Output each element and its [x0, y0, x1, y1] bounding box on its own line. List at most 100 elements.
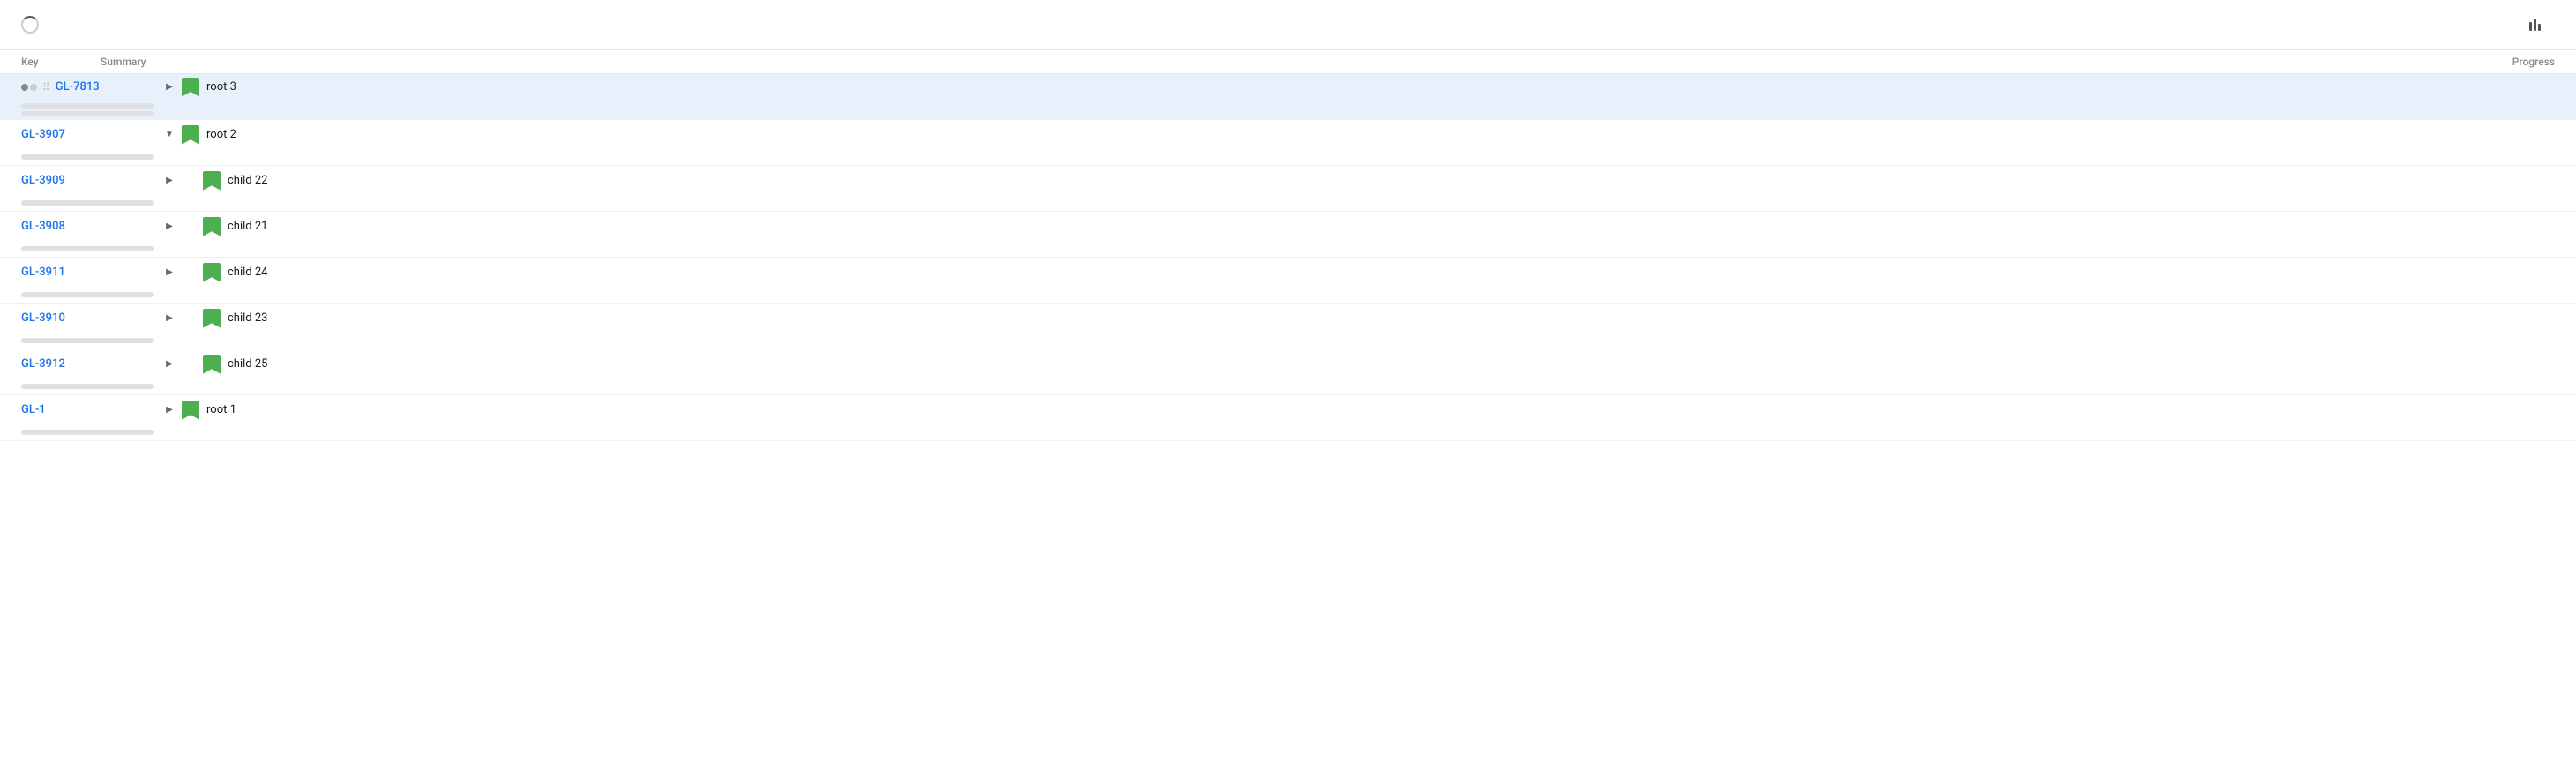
- expand-cell: [162, 80, 176, 94]
- progress-bar: [21, 292, 154, 297]
- summary-wrapper: child 24: [162, 263, 2555, 282]
- key-cell: GL-3907: [21, 128, 162, 141]
- expand-button[interactable]: [162, 128, 176, 142]
- key-link[interactable]: GL-3909: [21, 174, 65, 187]
- summary-wrapper: child 22: [162, 171, 2555, 191]
- key-cell: GL-1: [21, 403, 162, 416]
- summary-text: child 25: [228, 357, 267, 371]
- expand-button[interactable]: [162, 174, 176, 188]
- progress-cell: [21, 338, 162, 343]
- progress-cell: [21, 384, 162, 389]
- progress-cell: [21, 103, 162, 116]
- progress-bar-row: [21, 154, 154, 160]
- progress-bar-row: [21, 384, 154, 389]
- progress-bar: [21, 111, 154, 116]
- key-cell: GL-3910: [21, 311, 162, 325]
- expand-cell: [162, 311, 176, 326]
- table-row: GL-3908 child 21: [0, 212, 2576, 258]
- bookmark-icon: [203, 217, 221, 236]
- bookmark-icon: [203, 309, 221, 328]
- bookmark-icon: [182, 78, 199, 97]
- expand-button[interactable]: [162, 80, 176, 94]
- progress-bar-row: [21, 292, 154, 297]
- key-link[interactable]: GL-3912: [21, 357, 65, 371]
- progress-bar: [21, 338, 154, 343]
- progress-bar-row: [21, 338, 154, 343]
- progress-cell: [21, 246, 162, 251]
- summary-cell: root 1: [182, 401, 236, 420]
- summary-text: root 2: [206, 128, 236, 141]
- table-row: GL-3911 child 24: [0, 258, 2576, 304]
- table-row: GL-3909 child 22: [0, 166, 2576, 212]
- summary-cell: child 23: [182, 309, 267, 328]
- summary-cell: root 3: [182, 78, 236, 97]
- expand-button[interactable]: [162, 311, 176, 326]
- summary-wrapper: child 21: [162, 217, 2555, 236]
- bars-icon: [2529, 19, 2541, 31]
- key-cell: GL-3911: [21, 266, 162, 279]
- summary-text: child 24: [228, 266, 267, 279]
- key-cell: ⠿ GL-7813: [21, 80, 162, 94]
- summary-cell: child 24: [182, 263, 267, 282]
- table-row: ⠿ GL-7813 root 3: [0, 74, 2576, 120]
- expand-cell: [162, 128, 176, 142]
- view-switcher[interactable]: [2529, 19, 2555, 31]
- summary-cell: child 21: [182, 217, 267, 236]
- key-link[interactable]: GL-3907: [21, 128, 65, 141]
- key-cell: GL-3909: [21, 174, 162, 187]
- expand-cell: [162, 403, 176, 417]
- summary-cell: root 2: [182, 125, 236, 145]
- col-key-header: Key: [21, 56, 101, 68]
- progress-cell: [21, 200, 162, 206]
- summary-wrapper: root 2: [162, 125, 2555, 145]
- progress-bar-row: [21, 200, 154, 206]
- expand-button[interactable]: [162, 357, 176, 371]
- drag-handle-icon[interactable]: ⠿: [42, 81, 50, 94]
- progress-bar-row: [21, 246, 154, 251]
- progress-bar-row: [21, 103, 154, 109]
- summary-text: child 21: [228, 220, 267, 233]
- expand-cell: [162, 266, 176, 280]
- bookmark-icon: [182, 401, 199, 420]
- table-row: GL-3907 root 2: [0, 120, 2576, 166]
- table-row: GL-1 root 1: [0, 395, 2576, 441]
- progress-bar: [21, 246, 154, 251]
- expand-button[interactable]: [162, 266, 176, 280]
- summary-cell: child 25: [182, 355, 267, 374]
- progress-cell: [21, 430, 162, 435]
- progress-bar-row: [21, 430, 154, 435]
- loading-icon: [21, 16, 39, 34]
- key-cell: GL-3908: [21, 220, 162, 233]
- key-link[interactable]: GL-3910: [21, 311, 65, 325]
- col-progress-header: Progress: [2378, 56, 2555, 68]
- key-link[interactable]: GL-3911: [21, 266, 65, 279]
- page-header: [0, 0, 2576, 50]
- expand-button[interactable]: [162, 403, 176, 417]
- key-link[interactable]: GL-7813: [56, 80, 100, 94]
- key-link[interactable]: GL-3908: [21, 220, 65, 233]
- bookmark-icon: [203, 355, 221, 374]
- table-body: ⠿ GL-7813 root 3 GL-3907 root 2 GL-3909 child …: [0, 74, 2576, 441]
- progress-bar: [21, 430, 154, 435]
- summary-text: child 22: [228, 174, 267, 187]
- summary-wrapper: root 3: [162, 78, 2555, 97]
- header-left: [21, 16, 60, 34]
- expand-button[interactable]: [162, 220, 176, 234]
- table-row: GL-3912 child 25: [0, 349, 2576, 395]
- summary-text: root 1: [206, 403, 236, 416]
- key-link[interactable]: GL-1: [21, 403, 46, 416]
- expand-cell: [162, 220, 176, 234]
- status-dot: [21, 84, 37, 91]
- col-empty-header: [259, 56, 2378, 68]
- summary-text: child 23: [228, 311, 267, 325]
- progress-bar: [21, 384, 154, 389]
- bookmark-icon: [203, 171, 221, 191]
- progress-bar: [21, 103, 154, 109]
- summary-cell: child 22: [182, 171, 267, 191]
- table-header: Key Summary Progress: [0, 50, 2576, 74]
- progress-bar: [21, 200, 154, 206]
- col-summary-header: Summary: [101, 56, 259, 68]
- table-row: GL-3910 child 23: [0, 304, 2576, 349]
- progress-cell: [21, 292, 162, 297]
- summary-wrapper: child 25: [162, 355, 2555, 374]
